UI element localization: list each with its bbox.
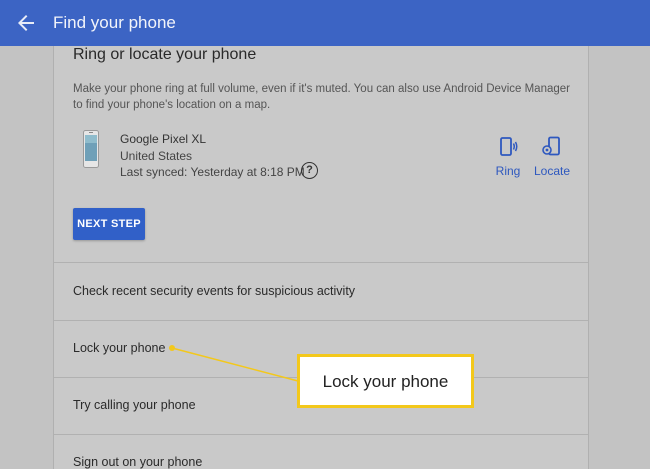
callout-box: Lock your phone <box>297 354 474 408</box>
callout-text: Lock your phone <box>322 372 449 391</box>
